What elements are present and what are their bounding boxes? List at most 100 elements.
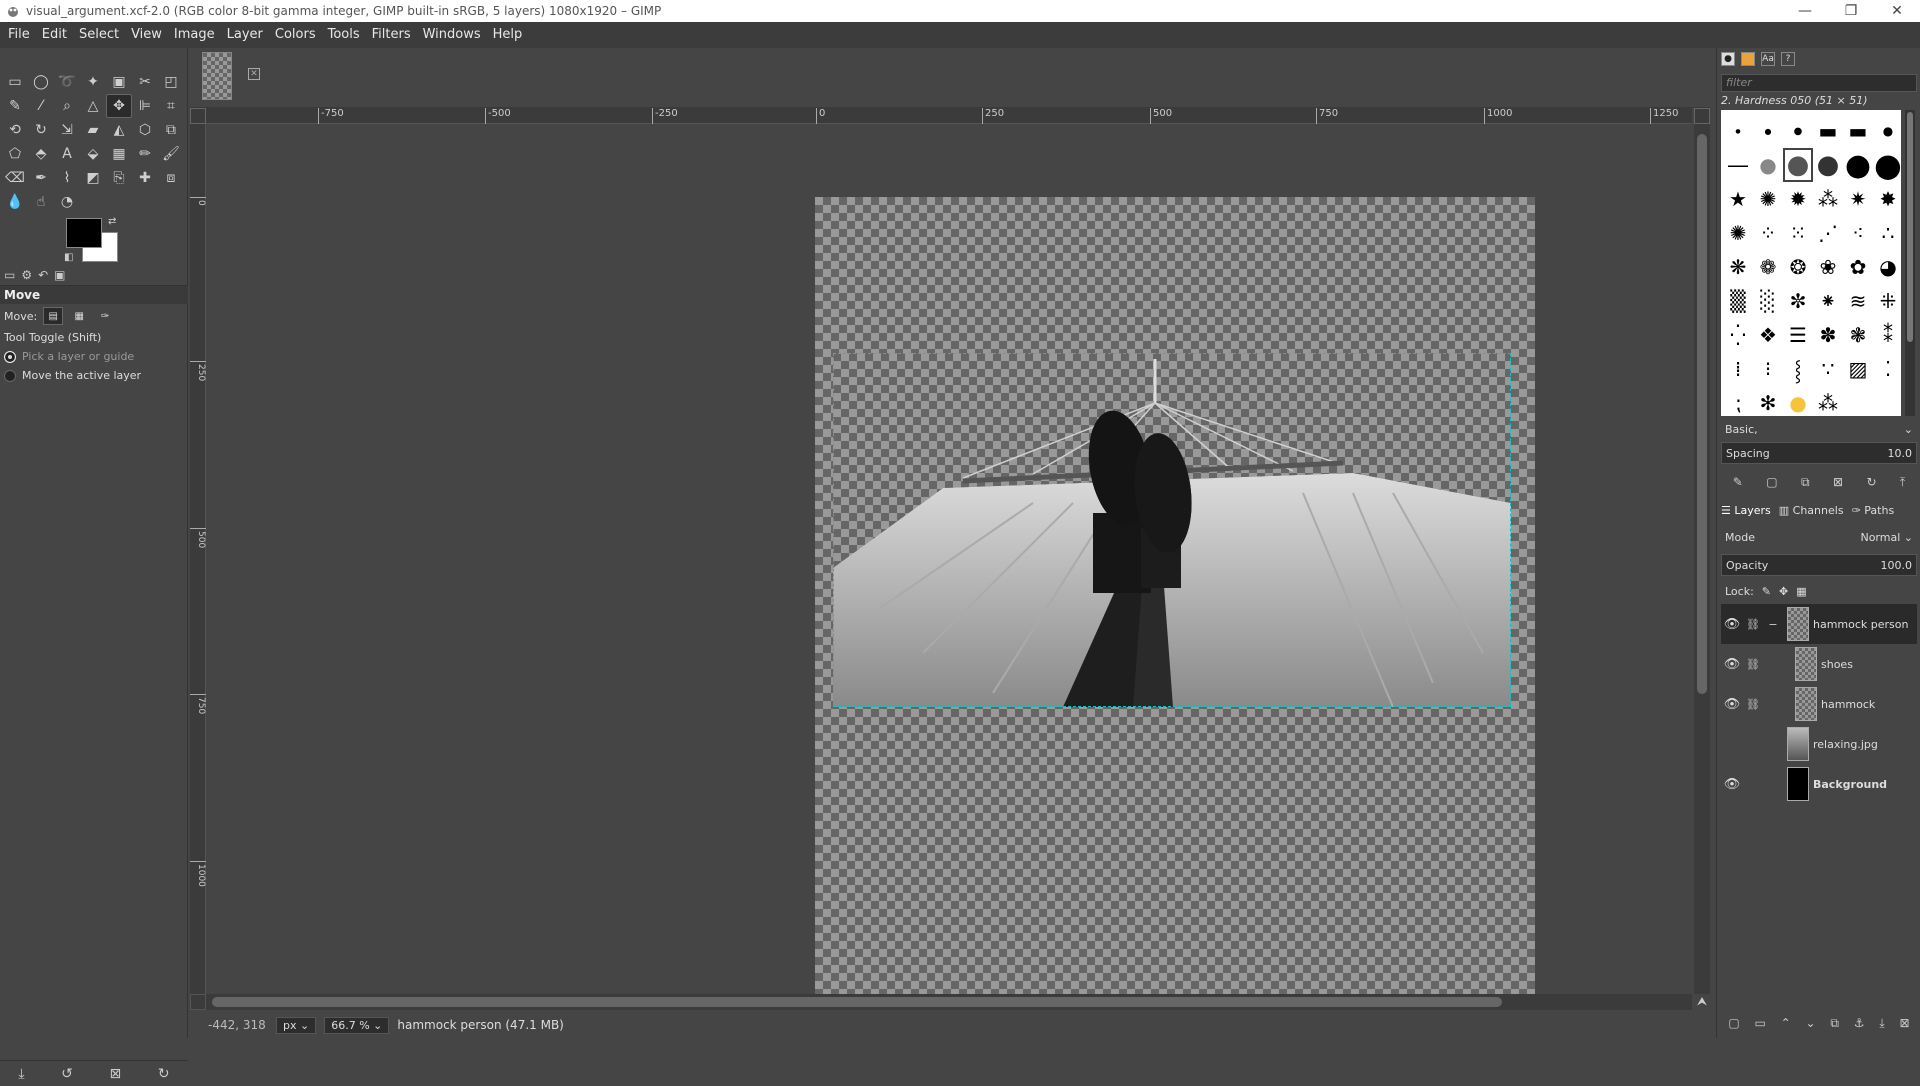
menu-tools[interactable]: Tools bbox=[322, 22, 366, 48]
brush-item[interactable]: ⁂ bbox=[1813, 386, 1843, 420]
move-active-layer-radio[interactable] bbox=[4, 369, 16, 382]
patterns-tab-icon[interactable] bbox=[1741, 52, 1755, 66]
new-layer-icon[interactable]: ▢ bbox=[1728, 1016, 1739, 1030]
color-picker-tool-icon[interactable]: ⁄ bbox=[28, 94, 54, 118]
hammock-person-layer-image[interactable] bbox=[833, 353, 1511, 707]
brush-item[interactable]: ✹ bbox=[1783, 182, 1813, 216]
unified-transform-tool-icon[interactable]: ⟲ bbox=[2, 118, 28, 142]
brush-grid-scrollbar[interactable] bbox=[1905, 110, 1915, 416]
paintbrush-tool-icon[interactable]: 🖌 bbox=[158, 142, 184, 166]
brush-item[interactable]: ● bbox=[1783, 386, 1813, 420]
brush-item[interactable]: ✺ bbox=[1753, 182, 1783, 216]
lock-alpha-icon[interactable]: ▦ bbox=[1796, 585, 1806, 598]
cage-transform-tool-icon[interactable]: ⬡ bbox=[132, 118, 158, 142]
brush-item[interactable]: ✼ bbox=[1783, 284, 1813, 318]
layer-row-shoes[interactable]: 👁 ⛓ shoes bbox=[1721, 644, 1917, 684]
pick-layer-radio[interactable] bbox=[4, 350, 16, 363]
brush-item[interactable]: ▬ bbox=[1813, 114, 1843, 148]
brush-item[interactable]: ⋰ bbox=[1813, 216, 1843, 250]
brush-item[interactable]: ❂ bbox=[1783, 250, 1813, 284]
heal-tool-icon[interactable]: ✚ bbox=[132, 166, 158, 190]
brush-item[interactable]: ❀ bbox=[1813, 250, 1843, 284]
menu-file[interactable]: File bbox=[2, 22, 36, 48]
brush-item[interactable]: ❁ bbox=[1753, 250, 1783, 284]
brush-item[interactable]: ● bbox=[1753, 148, 1783, 182]
vertical-scrollbar-thumb[interactable] bbox=[1697, 134, 1707, 694]
menu-help[interactable]: Help bbox=[487, 22, 529, 48]
tab-channels[interactable]: ▥ Channels bbox=[1779, 504, 1844, 517]
align-tool-icon[interactable]: ⊫ bbox=[132, 94, 158, 118]
perspective-clone-tool-icon[interactable]: ⧈ bbox=[158, 166, 184, 190]
brush-item[interactable]: ⁚ bbox=[1873, 352, 1903, 386]
text-tool-icon[interactable]: A bbox=[54, 142, 80, 166]
scissors-tool-icon[interactable]: ✂ bbox=[132, 70, 158, 94]
menu-layer[interactable]: Layer bbox=[221, 22, 269, 48]
smudge-tool-icon[interactable]: ☝ bbox=[28, 190, 54, 214]
move-active-layer-option[interactable]: Move the active layer bbox=[0, 366, 188, 385]
maximize-button[interactable]: ❐ bbox=[1828, 0, 1874, 22]
brush-item[interactable]: ★ bbox=[1723, 182, 1753, 216]
brushes-tab-icon[interactable]: ● bbox=[1721, 52, 1735, 66]
rotate-tool-icon[interactable]: ↻ bbox=[28, 118, 54, 142]
dodge-burn-tool-icon[interactable]: ◔ bbox=[54, 190, 80, 214]
brush-item[interactable]: ∵ bbox=[1813, 352, 1843, 386]
raise-layer-icon[interactable]: ⌃ bbox=[1781, 1016, 1791, 1030]
delete-brush-icon[interactable]: ⊠ bbox=[1833, 475, 1843, 489]
visibility-eye-icon[interactable]: 👁 bbox=[1721, 617, 1743, 632]
unit-selector[interactable]: px ⌄ bbox=[276, 1016, 317, 1034]
clone-tool-icon[interactable]: ⎘ bbox=[106, 166, 132, 190]
menu-colors[interactable]: Colors bbox=[269, 22, 322, 48]
brush-item[interactable]: ⁏ bbox=[1723, 386, 1753, 420]
brush-item[interactable]: ⁕ bbox=[1813, 284, 1843, 318]
ellipse-select-tool-icon[interactable]: ◯ bbox=[28, 70, 54, 94]
tab-layers[interactable]: ☰ Layers bbox=[1721, 504, 1771, 517]
close-image-tab-icon[interactable]: ✕ bbox=[248, 68, 260, 80]
mypaint-brush-tool-icon[interactable]: ◩ bbox=[80, 166, 106, 190]
brush-item[interactable]: ⁞ bbox=[1723, 352, 1753, 386]
horizontal-scrollbar[interactable] bbox=[206, 994, 1692, 1010]
fuzzy-select-tool-icon[interactable]: ✦ bbox=[80, 70, 106, 94]
move-selection-mode-icon[interactable]: ▦ bbox=[69, 307, 89, 325]
flip-tool-icon[interactable]: ◭ bbox=[106, 118, 132, 142]
layer-row-hammock-person[interactable]: 👁 ⛓ − hammock person bbox=[1721, 604, 1917, 644]
swap-colors-icon[interactable]: ⇄ bbox=[108, 216, 116, 227]
move-tool-icon[interactable]: ✥ bbox=[106, 94, 132, 118]
foreground-select-tool-icon[interactable]: ◰ bbox=[158, 70, 184, 94]
brush-item[interactable]: ✻ bbox=[1753, 386, 1783, 420]
mode-select[interactable]: Normal ⌄ bbox=[1860, 531, 1913, 544]
quick-mask-toggle[interactable] bbox=[190, 994, 206, 1010]
zoom-tool-icon[interactable]: ⌕ bbox=[54, 94, 80, 118]
brush-item[interactable]: ― bbox=[1723, 148, 1753, 182]
open-brush-as-image-icon[interactable]: ⤒ bbox=[1900, 475, 1905, 490]
brush-item[interactable]: ✷ bbox=[1843, 182, 1873, 216]
zoom-to-fit-icon[interactable] bbox=[1694, 108, 1710, 124]
brush-item[interactable]: ✽ bbox=[1813, 318, 1843, 352]
layer-row-relaxing-jpg[interactable]: relaxing.jpg bbox=[1721, 724, 1917, 764]
brush-item-selected[interactable]: ● bbox=[1783, 148, 1813, 182]
brush-item[interactable]: ● bbox=[1813, 148, 1843, 182]
brush-item[interactable]: ⁝ bbox=[1753, 352, 1783, 386]
shear-tool-icon[interactable]: ▰ bbox=[80, 118, 106, 142]
help-tab-icon[interactable]: ? bbox=[1781, 52, 1795, 66]
chain-link-icon[interactable]: ⛓ bbox=[1743, 618, 1763, 631]
zoom-selector[interactable]: 66.7 % ⌄ bbox=[324, 1016, 390, 1034]
brush-item[interactable]: ⁙ bbox=[1783, 216, 1813, 250]
duplicate-brush-icon[interactable]: ⧉ bbox=[1801, 475, 1810, 490]
brush-item[interactable]: ❋ bbox=[1723, 250, 1753, 284]
layer-row-background[interactable]: 👁 Background bbox=[1721, 764, 1917, 804]
brush-item[interactable]: ● bbox=[1783, 114, 1813, 148]
save-options-icon[interactable]: ⤓ bbox=[18, 1066, 24, 1082]
lock-pixels-icon[interactable]: ✎ bbox=[1762, 585, 1771, 598]
brush-item[interactable]: ⁂ bbox=[1813, 182, 1843, 216]
brush-item[interactable]: ▨ bbox=[1843, 352, 1873, 386]
menu-image[interactable]: Image bbox=[168, 22, 221, 48]
new-layer-group-icon[interactable]: ▭ bbox=[1755, 1016, 1766, 1030]
brush-item[interactable]: ❖ bbox=[1753, 318, 1783, 352]
brush-item[interactable]: ✺ bbox=[1723, 216, 1753, 250]
paths-tool-icon[interactable]: ✎ bbox=[2, 94, 28, 118]
brush-item[interactable]: ⁜ bbox=[1873, 284, 1903, 318]
brush-item[interactable]: ⁖ bbox=[1843, 216, 1873, 250]
vertical-scrollbar[interactable] bbox=[1694, 124, 1710, 994]
brush-item[interactable]: ❃ bbox=[1843, 318, 1873, 352]
brush-item[interactable]: ░ bbox=[1753, 284, 1783, 318]
